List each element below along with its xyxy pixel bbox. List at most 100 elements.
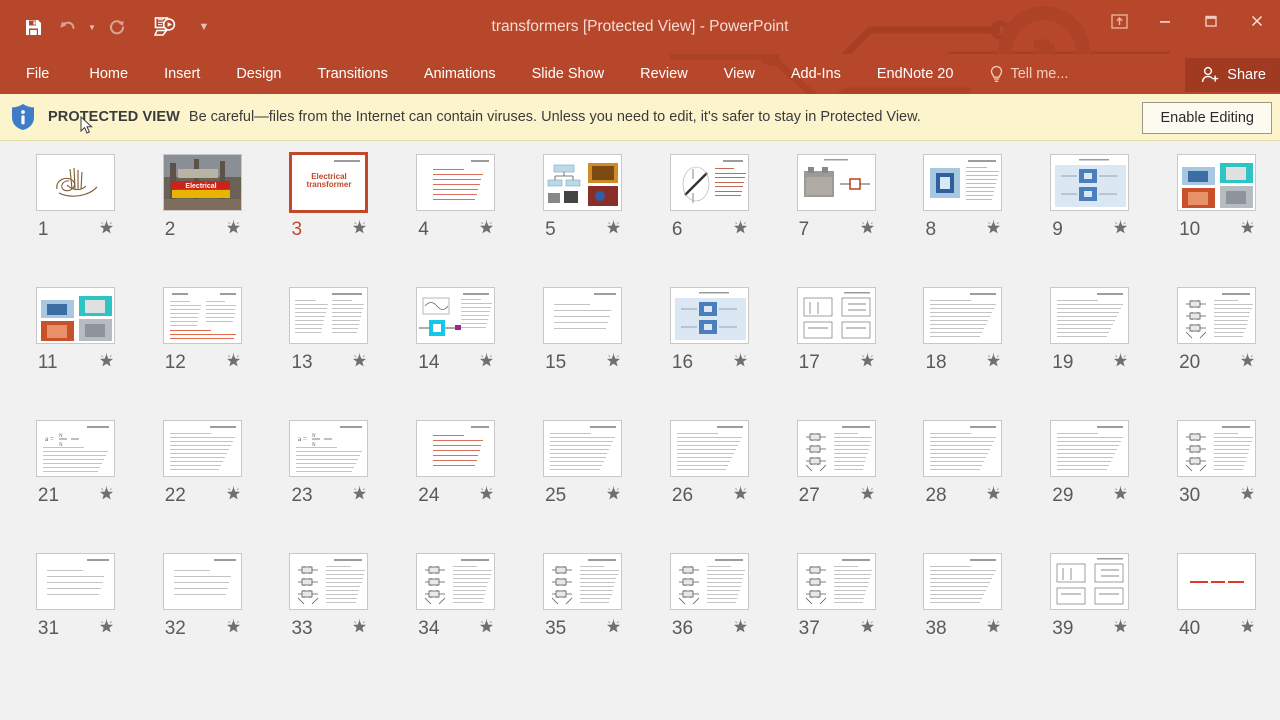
tab-file[interactable]: File (20, 54, 71, 94)
animation-star-icon[interactable] (860, 486, 875, 506)
animation-star-icon[interactable] (1240, 486, 1255, 506)
slide-preview[interactable] (1177, 553, 1257, 610)
slide-thumbnail-12[interactable]: 12 (139, 287, 266, 420)
slide-preview[interactable] (1177, 154, 1257, 211)
slide-thumbnail-21[interactable]: a = N N 21 (12, 420, 139, 553)
slide-thumbnail-9[interactable]: 9 (1026, 154, 1153, 287)
slide-thumbnail-5[interactable]: 5 (519, 154, 646, 287)
slide-preview[interactable]: a = N N (35, 420, 115, 477)
slide-preview-selected[interactable]: Electrical transformer (289, 152, 369, 213)
slide-preview[interactable] (543, 154, 623, 211)
slide-thumb-wrap[interactable] (416, 154, 496, 211)
slide-thumbnail-36[interactable]: 36 (646, 553, 773, 686)
animation-star-icon[interactable] (986, 220, 1001, 240)
slide-thumbnail-11[interactable]: 11 (12, 287, 139, 420)
slide-preview[interactable] (923, 154, 1003, 211)
animation-star-icon[interactable] (606, 220, 621, 240)
animation-star-icon[interactable] (352, 353, 367, 373)
tab-view[interactable]: View (706, 54, 773, 94)
slide-thumb-wrap[interactable] (669, 287, 749, 344)
slide-thumb-wrap[interactable] (162, 287, 242, 344)
slide-thumb-wrap[interactable]: Electrical transformer (289, 152, 369, 213)
slide-thumb-wrap[interactable] (162, 553, 242, 610)
animation-star-icon[interactable] (1113, 353, 1128, 373)
customize-qat-icon[interactable]: ▼ (196, 10, 212, 44)
redo-icon[interactable] (100, 10, 134, 44)
slide-thumbnail-14[interactable]: 14 (392, 287, 519, 420)
slide-thumbnail-27[interactable]: 27 (773, 420, 900, 553)
slide-thumb-wrap[interactable] (796, 154, 876, 211)
slide-thumbnail-1[interactable]: 1 (12, 154, 139, 287)
slide-thumbnail-40[interactable]: 40 (1153, 553, 1280, 686)
slide-preview[interactable] (796, 553, 876, 610)
slide-preview[interactable] (1050, 154, 1130, 211)
slide-preview[interactable] (289, 553, 369, 610)
tab-slide-show[interactable]: Slide Show (514, 54, 623, 94)
slide-preview[interactable] (796, 154, 876, 211)
share-button[interactable]: Share (1185, 58, 1280, 92)
slide-preview[interactable] (416, 287, 496, 344)
slide-thumbnail-13[interactable]: 13 (266, 287, 393, 420)
tab-home[interactable]: Home (71, 54, 146, 94)
slide-thumb-wrap[interactable] (1177, 420, 1257, 477)
slide-thumb-wrap[interactable] (289, 553, 369, 610)
slide-thumbnail-17[interactable]: 17 (773, 287, 900, 420)
slide-preview[interactable] (669, 287, 749, 344)
animation-star-icon[interactable] (226, 220, 241, 240)
slide-thumbnail-4[interactable]: 4 (392, 154, 519, 287)
slide-thumb-wrap[interactable] (1177, 287, 1257, 344)
slide-preview[interactable] (1050, 553, 1130, 610)
slide-preview[interactable] (923, 287, 1003, 344)
slide-thumb-wrap[interactable]: a = N N (289, 420, 369, 477)
slide-thumb-wrap[interactable] (162, 420, 242, 477)
animation-star-icon[interactable] (352, 220, 367, 240)
slide-thumb-wrap[interactable] (289, 287, 369, 344)
animation-star-icon[interactable] (986, 353, 1001, 373)
slide-thumbnail-37[interactable]: 37 (773, 553, 900, 686)
slide-preview[interactable]: Electrical (162, 154, 242, 211)
slide-preview[interactable] (35, 154, 115, 211)
slide-thumb-wrap[interactable] (1177, 553, 1257, 610)
slide-thumb-wrap[interactable] (669, 420, 749, 477)
animation-star-icon[interactable] (99, 353, 114, 373)
close-icon[interactable] (1234, 6, 1280, 36)
animation-star-icon[interactable] (860, 220, 875, 240)
slide-preview[interactable] (416, 420, 496, 477)
animation-star-icon[interactable] (1240, 619, 1255, 639)
slide-preview[interactable] (669, 420, 749, 477)
slide-preview[interactable] (1050, 420, 1130, 477)
tell-me-search[interactable]: Tell me... (989, 54, 1068, 94)
slide-thumbnail-35[interactable]: 35 (519, 553, 646, 686)
slide-thumbnail-23[interactable]: a = N N 23 (266, 420, 393, 553)
slide-preview[interactable] (1050, 287, 1130, 344)
animation-star-icon[interactable] (606, 353, 621, 373)
slide-preview[interactable] (35, 553, 115, 610)
slide-thumbnail-22[interactable]: 22 (139, 420, 266, 553)
slide-thumb-wrap[interactable] (1050, 154, 1130, 211)
animation-star-icon[interactable] (226, 486, 241, 506)
save-icon[interactable] (16, 10, 50, 44)
slide-thumb-wrap[interactable] (416, 287, 496, 344)
slide-sorter-pane[interactable]: 1 Electrical 2 Electrical transformer 3 4 (0, 141, 1280, 720)
animation-star-icon[interactable] (733, 619, 748, 639)
tab-insert[interactable]: Insert (146, 54, 218, 94)
animation-star-icon[interactable] (479, 353, 494, 373)
slide-thumb-wrap[interactable] (1050, 420, 1130, 477)
quick-access-toolbar[interactable]: ▼ ▼ (0, 10, 212, 44)
slide-thumb-wrap[interactable]: Electrical (162, 154, 242, 211)
undo-dropdown-icon[interactable]: ▼ (84, 10, 100, 44)
tab-animations[interactable]: Animations (406, 54, 514, 94)
animation-star-icon[interactable] (1240, 353, 1255, 373)
slide-preview[interactable] (162, 420, 242, 477)
slide-preview[interactable] (796, 420, 876, 477)
slide-preview[interactable] (289, 287, 369, 344)
start-slideshow-icon[interactable] (148, 10, 182, 44)
animation-star-icon[interactable] (479, 486, 494, 506)
slide-thumb-wrap[interactable] (543, 420, 623, 477)
slide-preview[interactable] (35, 287, 115, 344)
slide-thumbnail-20[interactable]: 20 (1153, 287, 1280, 420)
animation-star-icon[interactable] (99, 486, 114, 506)
slide-thumb-wrap[interactable] (35, 154, 115, 211)
enable-editing-button[interactable]: Enable Editing (1142, 102, 1272, 134)
animation-star-icon[interactable] (860, 619, 875, 639)
